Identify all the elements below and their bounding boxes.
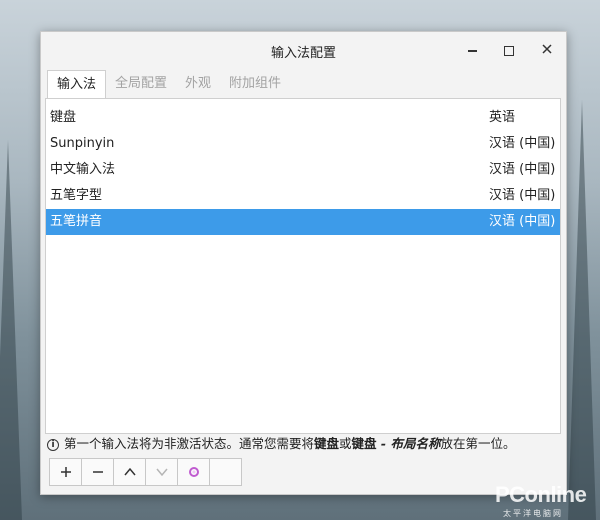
minus-icon xyxy=(92,471,103,473)
move-down-button[interactable] xyxy=(145,458,178,486)
info-text-end: 放在第一位。 xyxy=(440,436,516,451)
maximize-button[interactable] xyxy=(498,40,520,62)
close-button[interactable] xyxy=(536,40,558,62)
input-method-list[interactable]: 键盘 英语 Sunpinyin 汉语 (中国) 中文输入法 汉语 (中国) 五笔… xyxy=(45,98,561,434)
chevron-down-icon xyxy=(155,468,168,477)
info-bold-keyboard: 键盘 xyxy=(314,436,340,451)
tab-appearance[interactable]: 外观 xyxy=(176,70,220,98)
input-method-name: Sunpinyin xyxy=(50,136,115,151)
tab-bar: 输入法 全局配置 外观 附加组件 xyxy=(47,70,290,98)
info-icon: i xyxy=(47,438,59,451)
tab-global-config[interactable]: 全局配置 xyxy=(106,70,176,98)
list-item[interactable]: Sunpinyin 汉语 (中国) xyxy=(46,131,560,157)
blank-button[interactable] xyxy=(209,458,242,486)
add-button[interactable] xyxy=(49,458,82,486)
list-item[interactable]: 中文输入法 汉语 (中国) xyxy=(46,157,560,183)
info-text-or: 或 xyxy=(339,436,352,451)
input-method-language: 汉语 (中国) xyxy=(489,136,556,151)
minimize-button[interactable] xyxy=(461,40,483,62)
pconline-watermark: PConline 太平洋电脑网 xyxy=(495,482,587,518)
watermark-brand: PConline xyxy=(495,482,587,507)
tab-addons[interactable]: 附加组件 xyxy=(220,70,290,98)
input-method-name: 五笔拼音 xyxy=(50,214,103,229)
info-layout-name: - 布局名称 xyxy=(376,436,441,451)
chevron-up-icon xyxy=(123,467,136,476)
input-method-config-window: 输入法配置 输入法 全局配置 外观 附加组件 键盘 英语 Sunpinyin 汉… xyxy=(40,31,567,495)
list-toolbar xyxy=(49,458,242,486)
background-tree xyxy=(0,140,22,520)
input-method-language: 汉语 (中国) xyxy=(489,214,556,229)
info-text: 第一个输入法将为非激活状态。通常您需要将 xyxy=(64,436,315,451)
tab-input-method[interactable]: 输入法 xyxy=(47,70,107,98)
plus-icon xyxy=(60,467,71,477)
input-method-name: 中文输入法 xyxy=(50,162,116,177)
input-method-language: 汉语 (中国) xyxy=(489,162,556,177)
input-method-language: 英语 xyxy=(489,110,516,125)
input-method-name: 键盘 xyxy=(50,110,77,125)
maximize-icon xyxy=(504,45,514,56)
watermark-subtitle: 太平洋电脑网 xyxy=(503,509,563,518)
close-icon xyxy=(542,44,552,54)
list-header-row[interactable]: 键盘 英语 xyxy=(46,105,560,131)
configure-button[interactable] xyxy=(177,458,210,486)
titlebar: 输入法配置 xyxy=(41,32,566,70)
remove-button[interactable] xyxy=(81,458,114,486)
list-item[interactable]: 五笔字型 汉语 (中国) xyxy=(46,183,560,209)
info-message: i 第一个输入法将为非激活状态。通常您需要将键盘或键盘 - 布局名称放在第一位。 xyxy=(47,434,515,454)
move-up-button[interactable] xyxy=(113,458,146,486)
configure-icon xyxy=(188,467,199,477)
input-method-name: 五笔字型 xyxy=(50,188,103,203)
background-tree xyxy=(568,100,596,520)
minimize-icon xyxy=(467,49,477,52)
list-item-selected[interactable]: 五笔拼音 汉语 (中国) xyxy=(46,209,560,235)
input-method-language: 汉语 (中国) xyxy=(489,188,556,203)
window-title: 输入法配置 xyxy=(270,46,336,61)
info-bold-keyboard-2: 键盘 xyxy=(351,436,377,451)
